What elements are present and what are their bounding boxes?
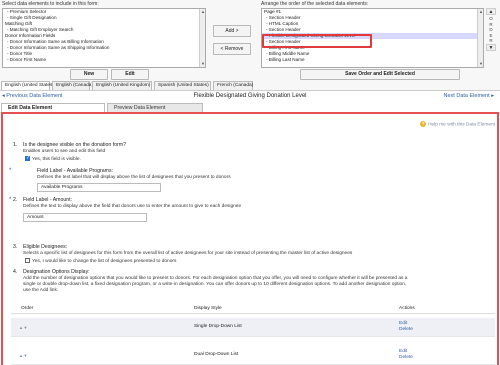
remove-button[interactable]: < Remove [213,43,251,55]
available-programs-label-title: Field Label - Available Programs: [37,168,114,174]
lang-tab-en-uk[interactable]: English (United Kingdom) [92,81,152,90]
required-star-icon: * [9,197,12,203]
order-column-header: Order [21,306,34,311]
save-order-edit-button[interactable]: Save Order and Edit Selected [300,69,460,80]
question-number: 3. [13,244,18,250]
available-elements-list[interactable]: - Premium Selector - Single Gift Designat… [2,8,206,68]
available-list-item[interactable]: - Donor First Name [3,57,205,63]
lang-tab-fr-ca[interactable]: French (Canada) [213,81,253,90]
required-star-icon: * [9,168,12,174]
reorder-arrows-icon[interactable]: ▲▼ [19,353,28,358]
table-row: ▲▼ Dual Drop-Down List Edit Delete [11,346,495,365]
actions-column-header: Actions [399,306,415,311]
edit-button[interactable]: Edit [111,69,149,80]
selected-list-caption: Arrange the order of the selected data e… [261,1,369,7]
edit-link[interactable]: Edit [399,321,407,326]
designation-table-header: Order Display Style Actions [11,304,495,314]
eligible-designees-option[interactable]: Yes, I would like to change the list of … [25,257,177,264]
available-list-scrollbar[interactable]: ▲ ▼ [199,9,205,67]
amount-label-input[interactable]: Amount [23,213,147,222]
designation-options-desc-1: Add the number of designation options th… [23,276,408,281]
designation-options-desc-2: single or double drop-down list, a fixed… [23,282,407,287]
available-list-caption: Select data elements to include in this … [2,1,99,7]
selected-list-scrollbar[interactable]: ▲ ▼ [477,9,483,67]
data-element-nav: ◂ Previous Data Element Flexible Designa… [0,90,500,102]
move-up-icon[interactable]: ▲ [486,8,496,15]
next-data-element-link[interactable]: Next Data Element ▸ [444,93,494,99]
scroll-down-icon[interactable]: ▼ [200,61,205,67]
available-programs-input[interactable]: Available Programs [37,183,161,192]
order-controls: ▲ O R D E R ▼ [486,8,496,68]
question-number: 2. [13,197,18,203]
lang-tab-es-us[interactable]: Spanish (United States) [154,81,211,90]
available-programs-label-desc: Defines the text label that will display… [37,175,231,180]
change-designees-checkbox[interactable] [25,257,30,263]
visible-checkbox[interactable] [25,155,30,161]
reorder-arrows-icon[interactable]: ▲▼ [19,325,28,330]
visible-checkbox-label: Yes, this field is visible. [32,156,81,162]
change-designees-label: Yes, I would like to change the list of … [32,258,177,264]
new-button[interactable]: New [70,69,108,80]
q1-subtext: Enables users to see and edit this field [23,149,106,154]
q1-title: Is the designee visible on the donation … [23,142,126,148]
edit-preview-tabs: Edit Data Element Preview Data Element [0,103,500,112]
designation-options-desc-3: use the Add link. [23,288,59,293]
lang-tab-en-ca[interactable]: English (Canada) [52,81,93,90]
selected-elements-list[interactable]: Page #1- Section Header - HTML Caption - S… [261,8,484,68]
eligible-designees-desc: Selects a specific list of designees for… [23,251,353,256]
table-row: ▲▼ Single Drop-Down List Edit Delete [11,318,495,337]
display-style-column-header: Display Style [194,306,222,311]
edit-link[interactable]: Edit [399,349,407,354]
question-number: 1. [13,142,18,148]
element-selector-panel: Select data elements to include in this … [0,0,500,90]
tab-edit-data-element[interactable]: Edit Data Element [1,103,105,112]
q1-visible-option[interactable]: Yes, this field is visible. [25,155,81,162]
selected-list-item[interactable]: - Billing Last Name [262,57,483,63]
help-link[interactable]: ? Help me with this Data Element [420,121,495,127]
lang-tab-en-us[interactable]: English (United States) [1,81,54,90]
help-label: Help me with this Data Element [428,122,495,128]
display-style-cell: Single Drop-Down List [194,324,242,329]
help-icon: ? [420,121,427,127]
scroll-up-icon[interactable]: ▲ [478,9,483,15]
question-number: 4. [13,269,18,275]
scroll-up-icon[interactable]: ▲ [200,9,205,15]
move-down-icon[interactable]: ▼ [486,43,496,51]
amount-label-desc: Defines the text to display above the fi… [23,204,242,209]
eligible-designees-title: Eligible Designees: [23,244,68,250]
scroll-down-icon[interactable]: ▼ [478,61,483,67]
designation-options-title: Designation Options Display: [23,269,90,275]
next-label: Next Data Element [443,93,490,99]
amount-label-title: Field Label - Amount: [23,197,73,203]
display-style-cell: Dual Drop-Down List [194,352,239,357]
add-button[interactable]: Add > [213,25,251,37]
delete-link[interactable]: Delete [399,327,413,332]
data-element-title: Flexible Designated Giving Donation Leve… [193,93,307,99]
tab-preview-data-element[interactable]: Preview Data Element [107,103,203,112]
delete-link[interactable]: Delete [399,355,413,360]
